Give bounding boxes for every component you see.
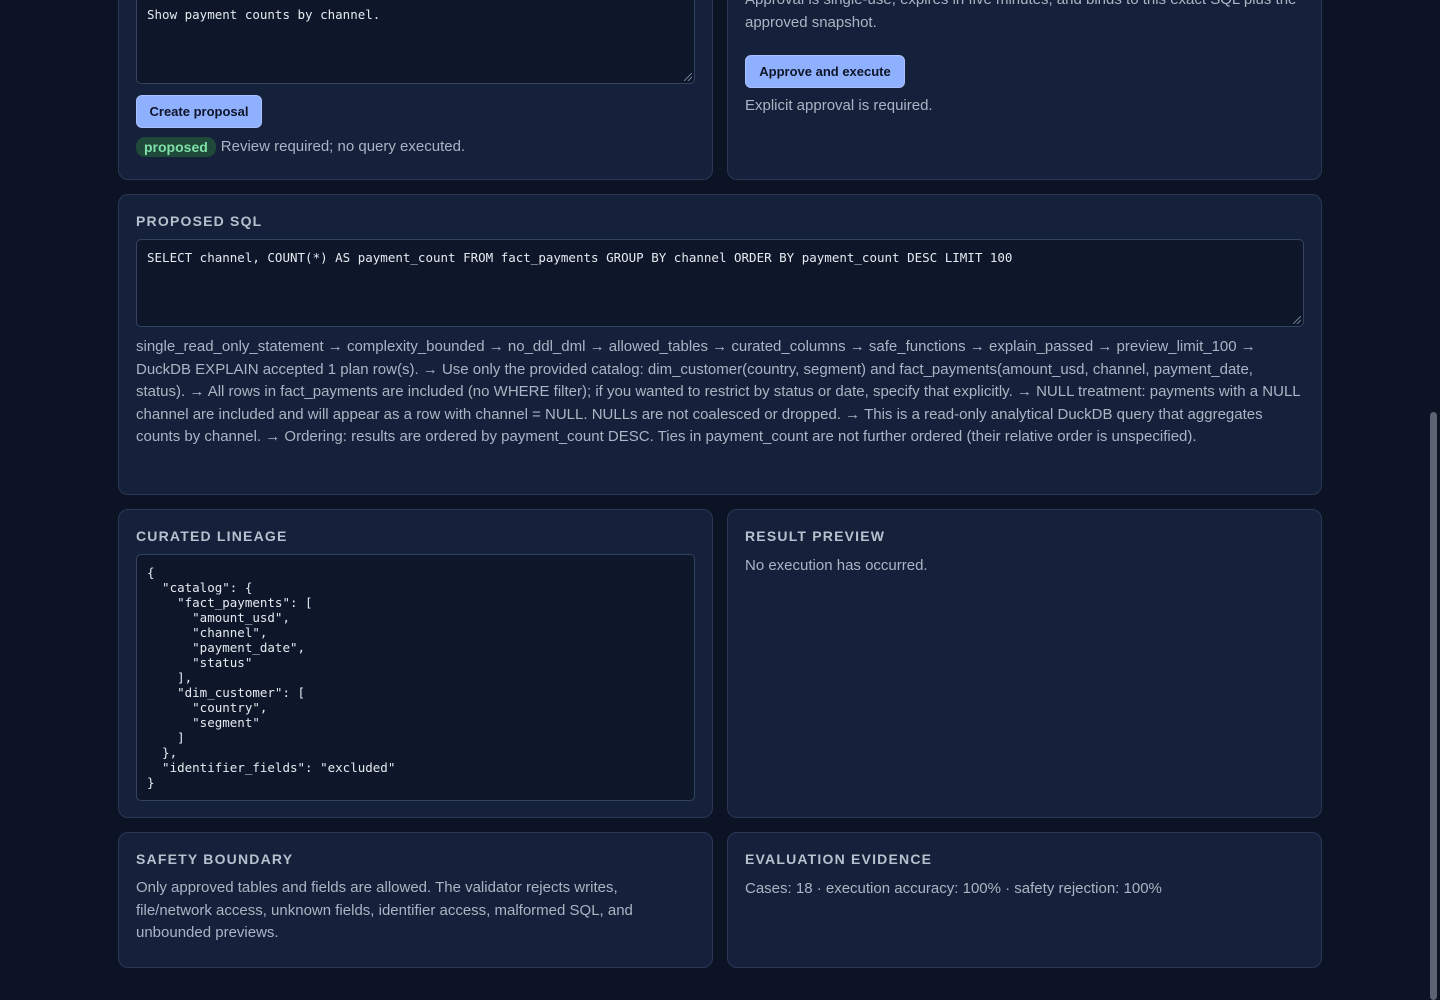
safety-boundary-card: Safety Boundary Only approved tables and… xyxy=(118,832,713,968)
status-text: Review required; no query executed. xyxy=(220,138,466,155)
approve-execute-button[interactable]: Approve and execute xyxy=(745,55,905,88)
proposal-status: proposed Review required; no query execu… xyxy=(136,136,465,159)
result-preview-card: Result Preview No execution has occurred… xyxy=(727,509,1322,818)
create-proposal-button[interactable]: Create proposal xyxy=(136,95,262,128)
evaluation-evidence-text: Cases: 18 · execution accuracy: 100% · s… xyxy=(745,880,1162,897)
question-card: Show payment counts by channel. Create p… xyxy=(118,0,713,180)
approval-note: Approval is single-use, expires in five … xyxy=(745,0,1296,31)
question-input[interactable]: Show payment counts by channel. xyxy=(136,0,695,84)
safety-boundary-title: Safety Boundary xyxy=(136,851,294,867)
approval-card: Approval is single-use, expires in five … xyxy=(727,0,1322,180)
evaluation-evidence-card: Evaluation Evidence Cases: 18 · executio… xyxy=(727,832,1322,968)
proposed-sql-title: Proposed SQL xyxy=(136,213,263,229)
status-badge: proposed xyxy=(136,137,216,158)
curated-lineage-card: Curated Lineage { "catalog": { "fact_pay… xyxy=(118,509,713,818)
question-input-text: Show payment counts by channel. xyxy=(147,7,381,22)
safety-boundary-text: Only approved tables and fields are allo… xyxy=(136,879,633,941)
evaluation-evidence-title: Evaluation Evidence xyxy=(745,851,933,867)
validation-checks: single_read_only_statement → complexity_… xyxy=(136,338,1301,445)
sql-text: SELECT channel, COUNT(*) AS payment_coun… xyxy=(147,250,1013,265)
lineage-json: { "catalog": { "fact_payments": [ "amoun… xyxy=(147,565,396,790)
resize-grip-icon[interactable] xyxy=(684,73,692,81)
curated-lineage-title: Curated Lineage xyxy=(136,528,288,544)
result-preview-title: Result Preview xyxy=(745,528,886,544)
lineage-json-box: { "catalog": { "fact_payments": [ "amoun… xyxy=(136,554,695,801)
scrollbar-thumb[interactable] xyxy=(1430,412,1437,1000)
proposed-sql-card: Proposed SQL SELECT channel, COUNT(*) AS… xyxy=(118,194,1322,495)
sql-editor[interactable]: SELECT channel, COUNT(*) AS payment_coun… xyxy=(136,239,1304,327)
result-preview-message: No execution has occurred. xyxy=(745,557,928,574)
approval-requirement: Explicit approval is required. xyxy=(745,97,933,114)
page: Show payment counts by channel. Create p… xyxy=(0,0,1440,1000)
resize-grip-icon[interactable] xyxy=(1293,316,1301,324)
